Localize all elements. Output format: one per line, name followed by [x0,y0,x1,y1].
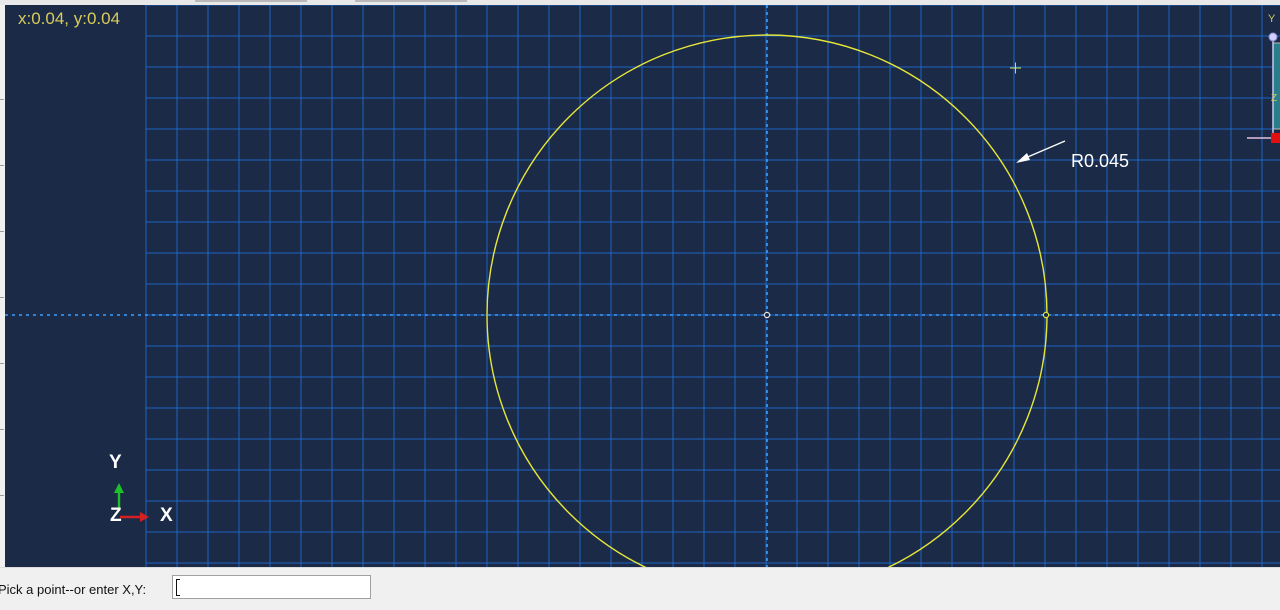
triad-x-label: X [160,505,173,526]
sketch-canvas[interactable]: R0.045 Z [5,5,1280,567]
prompt-bar: Pick a point--or enter X,Y: [0,567,1280,610]
sketch-grid [145,5,1280,567]
prompt-label: Pick a point--or enter X,Y: [0,582,147,597]
toolbar-tab-stub [195,0,307,2]
triad-x-arrow-icon [140,512,149,522]
triad-y-label: Y [109,452,122,473]
left-edge-tick [0,99,4,100]
sketch-viewport[interactable]: R0.045 Z x:0.04, y:0.04 Y Z X Y [5,5,1280,567]
crosshair-marker-icon [1010,62,1021,74]
left-edge-tick [0,429,4,430]
cursor-coordinate-readout: x:0.04, y:0.04 [18,9,121,28]
triad-z-label: Z [110,505,122,526]
triad-y-arrow-icon [114,483,124,493]
circle-perimeter-point[interactable] [1042,311,1050,319]
toolbar-tab-stub [355,0,467,2]
svg-text:Z: Z [1271,93,1277,104]
view-cube-y-label: Y [1268,13,1276,25]
left-edge-tick [0,363,4,364]
sketch-application: R0.045 Z x:0.04, y:0.04 Y Z X Y Pick a p… [0,0,1280,610]
radius-dimension-label[interactable]: R0.045 [1071,151,1129,171]
circle-center-point[interactable] [763,311,771,319]
left-edge-tick [0,495,4,496]
left-edge-tick [0,231,4,232]
left-edge-tick [0,297,4,298]
radius-dimension[interactable]: R0.045 [1016,140,1129,171]
view-cube-icon[interactable]: Z [1247,32,1280,143]
coordinate-input[interactable] [172,575,371,599]
left-edge-tick [0,165,4,166]
